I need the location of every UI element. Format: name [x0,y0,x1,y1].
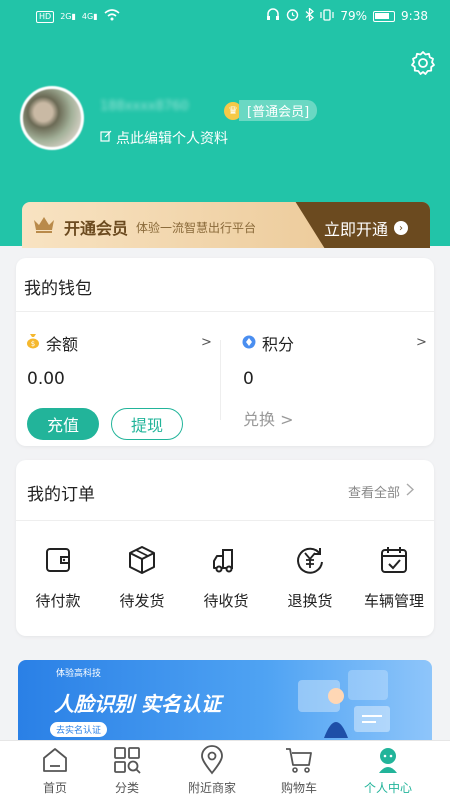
column-divider [220,340,221,420]
vehicle-management[interactable]: 车辆管理 [352,544,436,611]
order-label: 待付款 [35,592,81,610]
wallet-card: 我的钱包 $ 余额 > 0.00 积分 > 0 充值 提现 兑换 > [16,258,434,446]
order-to-receive[interactable]: 待收货 [184,544,268,611]
tab-label: 个人中心 [363,781,412,795]
order-to-ship[interactable]: 待发货 [100,544,184,611]
points-arrow[interactable]: > [416,335,427,350]
tab-category[interactable]: 分类 [82,745,172,796]
balance-arrow[interactable]: > [201,335,212,350]
order-label: 退换货 [287,592,333,610]
bottom-tab-bar: 首页 分类 附近商家 购物车 个人中心 [0,740,450,800]
hd-indicator: HD [36,10,55,23]
arrow-right-circle-icon: › [394,221,408,235]
yen-return-icon [297,547,323,574]
truck-icon [213,549,233,573]
orders-title: 我的订单 [27,485,95,505]
tab-nearby-merchants[interactable]: 附近商家 [167,745,257,796]
balance-value: 0.00 [27,369,65,389]
order-label: 待收货 [203,592,249,610]
points-entry[interactable]: 积分 [242,331,294,355]
banner-title: 人脸识别 实名认证 [54,692,221,716]
edit-icon [100,130,112,146]
battery-icon [373,10,396,22]
chevron-right-icon [406,483,415,500]
points-diamond-icon [242,334,256,353]
verify-now-chip[interactable]: 去实名认证 [50,722,108,737]
order-label: 车辆管理 [363,592,424,610]
edit-profile-label: 点此编辑个人资料 [116,131,228,147]
cart-icon [286,748,312,773]
person-icon [379,748,397,773]
headphones-icon [266,8,280,24]
wifi-icon [104,9,120,24]
view-all-orders-link[interactable]: 查看全部 [347,482,415,501]
order-pending-payment[interactable]: 待付款 [16,544,100,611]
home-icon [43,748,67,772]
vip-level-label: [普通会员] [239,100,318,121]
redeem-link[interactable]: 兑换 > [243,406,294,430]
tab-label: 购物车 [280,781,317,795]
wallet-icon [46,548,70,572]
signal-4g-icon: 4G▮ [81,12,98,21]
balance-label: 余额 [46,335,79,354]
membership-open-button[interactable]: 立即开通 › [324,216,408,240]
face-verification-banner[interactable]: 体验高科技 人脸识别 实名认证 去实名认证 [18,660,432,740]
avatar[interactable] [20,86,84,150]
tab-label: 分类 [114,781,139,795]
order-label: 待发货 [119,592,165,610]
banner-brand: 体验高科技 [56,669,102,679]
package-icon [129,546,155,574]
membership-cta-label: 立即开通 [323,220,388,239]
face-recognition-illustration-icon [298,670,390,738]
points-label: 积分 [262,335,295,354]
status-bar: HD 2G▮ 4G▮ 79% 9:38 [0,0,450,32]
membership-banner[interactable]: 开通会员 体验一流智慧出行平台 立即开通 › [22,202,430,248]
tab-personal-center[interactable]: 个人中心 [343,745,433,796]
clock-time: 9:38 [401,9,428,23]
calendar-check-icon [381,547,407,573]
alarm-icon [286,8,299,24]
user-id: 188xxxx8760 [100,99,189,114]
settings-gear-icon[interactable] [410,50,436,76]
vibrate-icon [320,8,334,24]
bluetooth-icon [305,7,315,24]
tab-shopping-cart[interactable]: 购物车 [254,745,344,796]
edit-profile-link[interactable]: 点此编辑个人资料 [100,128,228,148]
points-value: 0 [243,369,254,389]
view-all-label: 查看全部 [347,486,400,501]
svg-text:$: $ [31,340,35,348]
membership-subtitle: 体验一流智慧出行平台 [136,221,257,235]
signal-2g-icon: 2G▮ [60,12,76,21]
tab-label: 附近商家 [187,781,236,795]
orders-card: 我的订单 查看全部 待付款 待发货 待收货 退换货 车辆管理 [16,460,434,636]
divider [16,520,434,521]
grid-search-icon [114,747,141,774]
battery-percent: 79% [340,9,368,23]
membership-title: 开通会员 [64,219,129,238]
withdraw-button[interactable]: 提现 [111,408,183,440]
divider [16,311,434,312]
money-bag-icon: $ [26,333,40,353]
order-return-exchange[interactable]: 退换货 [268,544,352,611]
vip-badge: ♛ [普通会员] [224,100,318,121]
wallet-title: 我的钱包 [24,279,92,299]
balance-entry[interactable]: $ 余额 [26,331,78,355]
recharge-button[interactable]: 充值 [27,408,99,440]
crown-icon [32,214,56,234]
location-pin-icon [201,745,223,775]
